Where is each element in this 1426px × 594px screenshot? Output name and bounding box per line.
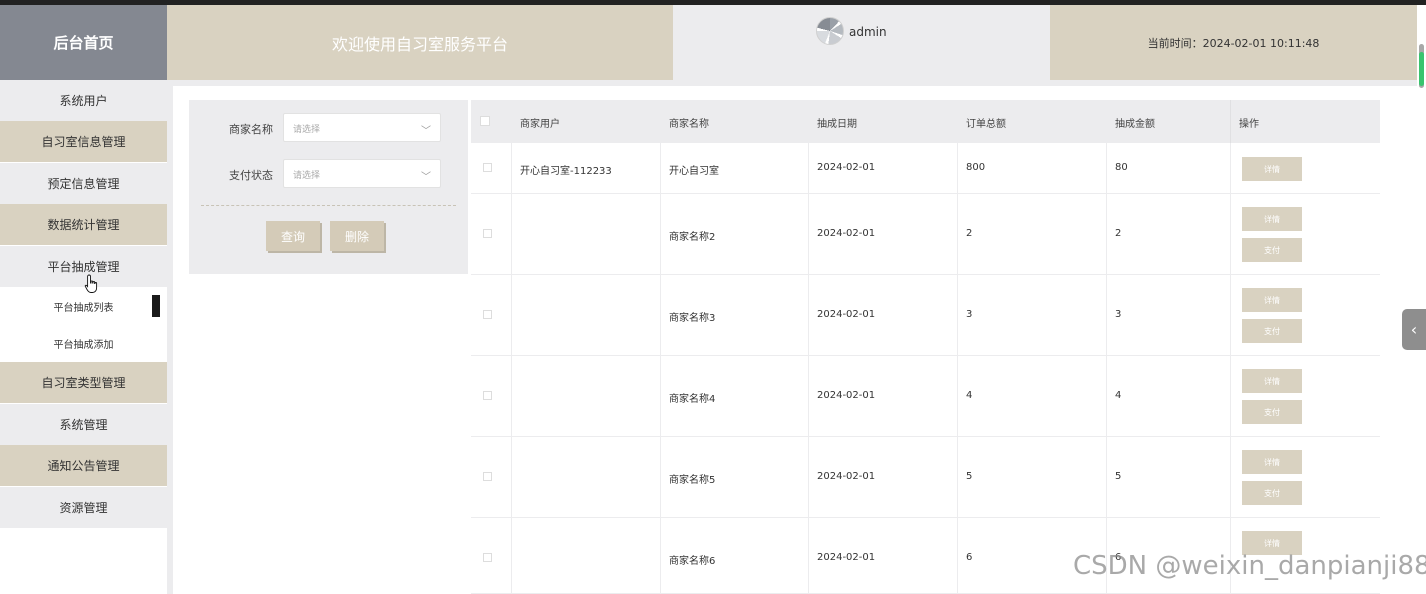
cell-merchant-name: 商家名称6 <box>669 556 716 567</box>
merchant-name-label: 商家名称 <box>229 123 273 136</box>
sidebar-item-resources[interactable]: 资源管理 <box>0 487 167 528</box>
cell-merchant-name: 商家名称5 <box>669 475 716 486</box>
col-header-date: 抽成日期 <box>817 119 857 130</box>
cell-commission: 3 <box>1115 309 1122 320</box>
select-all-checkbox[interactable] <box>480 116 490 126</box>
cell-total: 3 <box>966 309 973 320</box>
user-avatar-icon[interactable] <box>816 17 844 45</box>
col-header-commission: 抽成金额 <box>1115 119 1155 130</box>
row-checkbox[interactable] <box>483 553 492 562</box>
sidebar-subitem-commission-add[interactable]: 平台抽成添加 <box>0 325 167 362</box>
pay-button[interactable]: 支付 <box>1242 238 1302 262</box>
detail-button[interactable]: 详情 <box>1242 288 1302 312</box>
sidebar-item-room-type[interactable]: 自习室类型管理 <box>0 362 167 403</box>
cell-commission: 2 <box>1115 228 1122 239</box>
sidebar-item-system[interactable]: 系统管理 <box>0 404 167 445</box>
hand-cursor-icon <box>84 274 98 293</box>
delete-button[interactable]: 删除 <box>330 221 384 251</box>
pay-button[interactable]: 支付 <box>1242 400 1302 424</box>
col-header-total: 订单总额 <box>966 119 1006 130</box>
cell-date: 2024-02-01 <box>817 309 876 320</box>
col-header-actions: 操作 <box>1239 119 1259 130</box>
col-header-merchant-user: 商家用户 <box>520 119 560 130</box>
sidebar-item-room-info[interactable]: 自习室信息管理 <box>0 121 167 162</box>
collapse-panel-chevron-left-icon[interactable]: ‹ <box>1402 309 1426 350</box>
cell-merchant-name: 开心自习室 <box>669 166 719 177</box>
pay-button[interactable]: 支付 <box>1242 481 1302 505</box>
row-checkbox[interactable] <box>483 163 492 172</box>
sidebar-item-booking[interactable]: 预定信息管理 <box>0 163 167 204</box>
active-indicator <box>152 295 160 317</box>
column-separator <box>660 143 661 594</box>
cell-merchant-name: 商家名称2 <box>669 232 716 243</box>
cell-date: 2024-02-01 <box>817 552 876 563</box>
merchant-name-select[interactable]: 请选择 ﹀ <box>283 113 441 142</box>
row-checkbox[interactable] <box>483 472 492 481</box>
home-link[interactable]: 后台首页 <box>0 5 167 80</box>
content-top-strip <box>173 80 1417 86</box>
chevron-down-icon: ﹀ <box>421 126 431 137</box>
username[interactable]: admin <box>849 25 887 39</box>
cell-commission: 80 <box>1115 162 1128 173</box>
detail-button[interactable]: 详情 <box>1242 207 1302 231</box>
row-checkbox[interactable] <box>483 229 492 238</box>
cell-date: 2024-02-01 <box>817 390 876 401</box>
cell-merchant-user: 开心自习室-112233 <box>520 166 612 177</box>
column-separator <box>808 143 809 594</box>
row-checkbox[interactable] <box>483 391 492 400</box>
cell-total: 4 <box>966 390 973 401</box>
row-checkbox[interactable] <box>483 310 492 319</box>
detail-button[interactable]: 详情 <box>1242 157 1302 181</box>
column-separator <box>957 143 958 594</box>
cell-commission: 4 <box>1115 390 1122 401</box>
scrollbar-thumb[interactable] <box>1419 44 1424 88</box>
pay-button[interactable]: 支付 <box>1242 319 1302 343</box>
query-button[interactable]: 查询 <box>266 221 320 251</box>
sidebar-item-system-users[interactable]: 系统用户 <box>0 80 167 121</box>
header-separator <box>1230 100 1231 143</box>
cell-merchant-name: 商家名称3 <box>669 313 716 324</box>
pay-status-label: 支付状态 <box>229 169 273 182</box>
column-separator <box>1106 143 1107 594</box>
chevron-down-icon: ﹀ <box>421 172 431 183</box>
current-time: 当前时间：2024-02-01 10:11:48 <box>1050 5 1417 80</box>
sidebar-item-statistics[interactable]: 数据统计管理 <box>0 204 167 245</box>
column-separator <box>511 143 512 594</box>
detail-button[interactable]: 详情 <box>1242 450 1302 474</box>
detail-button[interactable]: 详情 <box>1242 369 1302 393</box>
search-divider <box>201 205 456 206</box>
cell-date: 2024-02-01 <box>817 228 876 239</box>
pay-select-placeholder: 请选择 <box>293 171 321 181</box>
welcome-banner: 欢迎使用自习室服务平台 <box>167 5 673 80</box>
cell-total: 2 <box>966 228 973 239</box>
merchant-select-placeholder: 请选择 <box>293 125 321 135</box>
cell-total: 5 <box>966 471 973 482</box>
sidebar-item-notice[interactable]: 通知公告管理 <box>0 445 167 486</box>
cell-commission: 5 <box>1115 471 1122 482</box>
cell-date: 2024-02-01 <box>817 471 876 482</box>
cell-total: 6 <box>966 552 973 563</box>
column-separator <box>1230 143 1231 594</box>
csdn-watermark: CSDN @weixin_danpianji889 <box>1073 551 1426 581</box>
user-panel[interactable]: admin <box>673 5 1050 80</box>
page-scrollbar[interactable] <box>1417 5 1426 594</box>
cell-merchant-name: 商家名称4 <box>669 394 716 405</box>
col-header-merchant-name: 商家名称 <box>669 119 709 130</box>
cell-date: 2024-02-01 <box>817 162 876 173</box>
cell-total: 800 <box>966 162 986 173</box>
pay-status-select[interactable]: 请选择 ﹀ <box>283 159 441 188</box>
